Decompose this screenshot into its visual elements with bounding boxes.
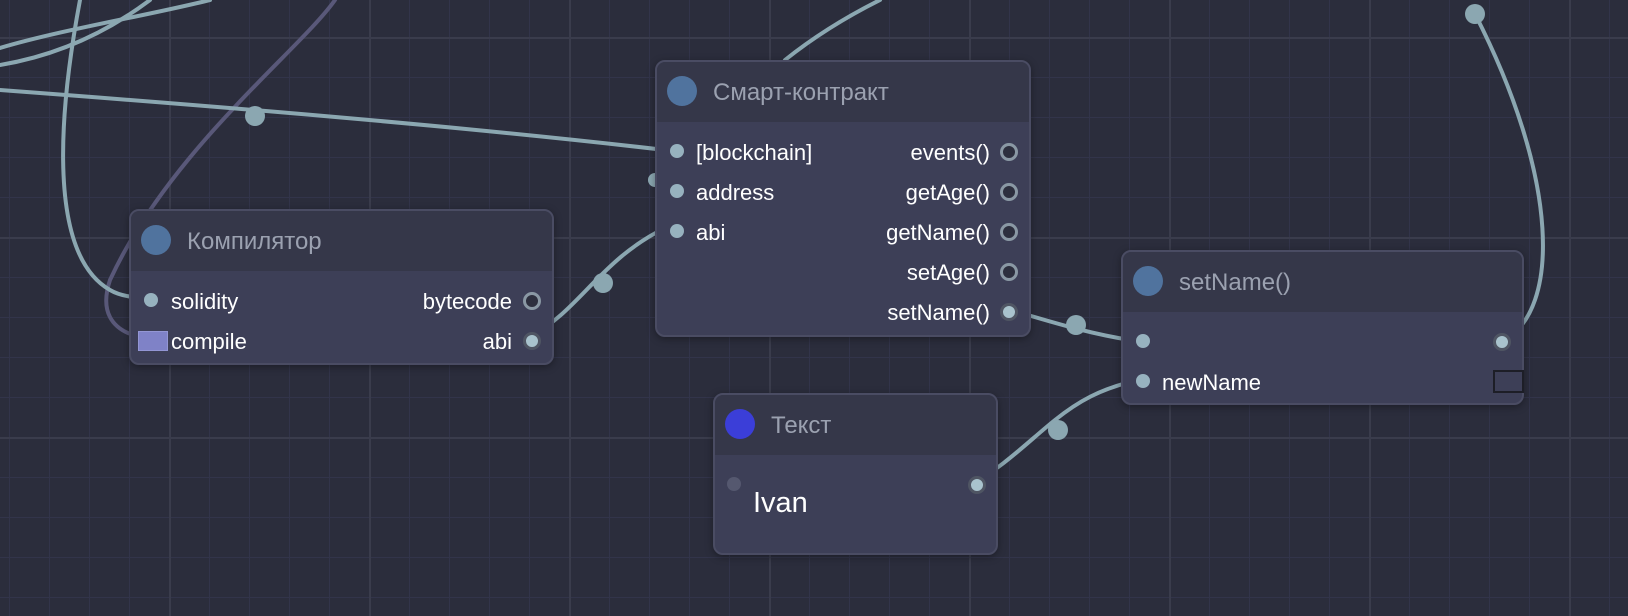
- input-label-abi: abi: [696, 220, 726, 245]
- input-label-address: address: [696, 180, 775, 205]
- node-smart-contract[interactable]: Смарт-контракт [blockchain] address abi …: [655, 60, 1031, 337]
- output-label-getname: getName(): [886, 220, 990, 245]
- output-label-bytecode: bytecode: [422, 289, 512, 314]
- output-port-events[interactable]: [1000, 143, 1018, 161]
- wire-top-to-contract: [783, 0, 882, 62]
- output-label-abi: abi: [482, 329, 512, 354]
- node-status-dot: [667, 76, 697, 106]
- node-header[interactable]: Текст: [715, 395, 996, 455]
- node-text[interactable]: Текст Ivan: [713, 393, 998, 555]
- input-port-exec[interactable]: [1136, 334, 1150, 348]
- output-port-getage[interactable]: [1000, 183, 1018, 201]
- input-label-compile: compile: [171, 329, 247, 354]
- text-value[interactable]: Ivan: [753, 487, 808, 520]
- input-label-blockchain: [blockchain]: [696, 140, 813, 165]
- node-compiler[interactable]: Компилятор solidity compile bytecode abi: [129, 209, 554, 365]
- node-header[interactable]: Компилятор: [131, 211, 552, 271]
- wire-top-left-a: [0, 0, 212, 50]
- reroute-dot: [1066, 315, 1086, 335]
- node-header[interactable]: Смарт-контракт: [657, 62, 1029, 122]
- output-label-setname: setName(): [887, 300, 990, 325]
- output-port-getname[interactable]: [1000, 223, 1018, 241]
- output-port-bytecode[interactable]: [523, 292, 541, 310]
- node-title: Смарт-контракт: [713, 79, 889, 106]
- reroute-dot: [245, 106, 265, 126]
- input-port-abi[interactable]: [670, 224, 684, 238]
- wire-to-blockchain: [0, 88, 667, 152]
- output-label-events: events(): [910, 140, 990, 165]
- input-port-address[interactable]: [670, 184, 684, 198]
- output-label-getage: getAge(): [905, 180, 990, 205]
- input-port-newname[interactable]: [1136, 374, 1150, 388]
- output-label-setage: setAge(): [906, 260, 990, 285]
- output-port-setname[interactable]: [1000, 303, 1018, 321]
- input-port-compile[interactable]: [138, 331, 168, 351]
- input-label-newname: newName: [1162, 370, 1262, 395]
- input-port-blockchain[interactable]: [670, 144, 684, 158]
- reroute-dot: [1048, 420, 1068, 440]
- output-port-text[interactable]: [968, 476, 986, 494]
- node-header[interactable]: setName(): [1123, 252, 1522, 312]
- reroute-dot: [593, 273, 613, 293]
- node-title: setName(): [1179, 269, 1292, 296]
- wire-top-left-b: [0, 0, 152, 67]
- node-status-dot: [725, 409, 755, 439]
- wire-text-to-newname: [973, 380, 1132, 483]
- node-setname[interactable]: setName() newName: [1121, 250, 1524, 405]
- node-status-dot: [1133, 266, 1163, 296]
- node-status-dot: [141, 225, 171, 255]
- output-port-setage[interactable]: [1000, 263, 1018, 281]
- reroute-dot: [1465, 4, 1485, 24]
- newname-value-box[interactable]: [1493, 370, 1524, 393]
- node-title: Компилятор: [187, 228, 322, 255]
- input-label-solidity: solidity: [171, 289, 239, 314]
- output-port-abi[interactable]: [523, 332, 541, 350]
- output-port-exec[interactable]: [1493, 333, 1511, 351]
- node-title: Текст: [771, 412, 832, 439]
- input-port-solidity[interactable]: [144, 293, 158, 307]
- input-port-text[interactable]: [727, 477, 741, 491]
